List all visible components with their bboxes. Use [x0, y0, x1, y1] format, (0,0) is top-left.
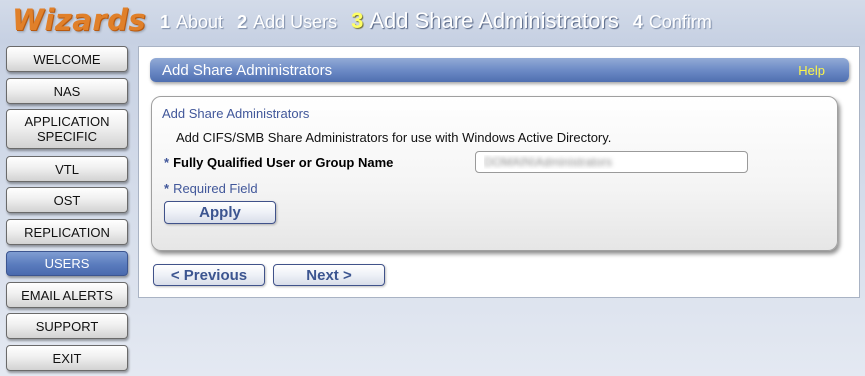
step-add-users[interactable]: 2 Add Users [237, 12, 337, 33]
step-number: 2 [237, 12, 248, 32]
required-note-text: Required Field [173, 181, 258, 196]
page-title-bar: Add Share Administrators Help [150, 58, 849, 82]
sidebar-item-replication[interactable]: REPLICATION [6, 219, 128, 245]
next-button[interactable]: Next > [273, 264, 385, 286]
step-label: Add Users [253, 12, 338, 32]
step-label: Confirm [648, 12, 712, 32]
wizard-steps: 1 About 2 Add Users 3 Add Share Administ… [160, 8, 726, 36]
panel-title: Add Share Administrators [162, 106, 310, 121]
required-field-note: * Required Field [164, 181, 258, 196]
step-number: 4 [632, 12, 643, 32]
sidebar-item-nas[interactable]: NAS [6, 78, 128, 104]
step-number: 3 [351, 8, 364, 33]
sidebar-item-email-alerts[interactable]: EMAIL ALERTS [6, 282, 128, 308]
field-label-text: Fully Qualified User or Group Name [173, 155, 394, 170]
sidebar-item-support[interactable]: SUPPORT [6, 313, 128, 339]
sidebar-item-exit[interactable]: EXIT [6, 345, 128, 371]
step-label: About [176, 12, 224, 32]
sidebar-item-vtl[interactable]: VTL [6, 156, 128, 182]
previous-button[interactable]: < Previous [153, 264, 265, 286]
step-confirm[interactable]: 4 Confirm [633, 12, 712, 33]
page-title: Add Share Administrators [162, 62, 333, 79]
sidebar-item-welcome[interactable]: WELCOME [6, 46, 128, 72]
sidebar-item-application-specific[interactable]: APPLICATION SPECIFIC [6, 109, 128, 149]
step-number: 1 [160, 12, 171, 32]
wizard-header: Wizards 1 About 2 Add Users 3 Add Share … [0, 0, 865, 44]
panel-description: Add CIFS/SMB Share Administrators for us… [176, 130, 612, 145]
user-group-name-input[interactable] [475, 151, 748, 173]
apply-button[interactable]: Apply [164, 201, 276, 224]
wizards-logo: Wizards [12, 3, 147, 37]
user-group-name-label: * Fully Qualified User or Group Name [164, 155, 393, 170]
step-add-share-administrators: 3 Add Share Administrators [351, 8, 619, 34]
main-content: Add Share Administrators Help Add Share … [138, 46, 860, 298]
step-label: Add Share Administrators [369, 8, 619, 33]
sidebar-item-users[interactable]: USERS [6, 251, 128, 276]
required-asterisk: * [164, 155, 170, 170]
add-share-administrators-panel: Add Share Administrators Add CIFS/SMB Sh… [151, 96, 838, 251]
help-link[interactable]: Help [798, 63, 825, 78]
step-about[interactable]: 1 About [160, 12, 223, 33]
sidebar-item-ost[interactable]: OST [6, 187, 128, 213]
required-asterisk: * [164, 181, 170, 196]
